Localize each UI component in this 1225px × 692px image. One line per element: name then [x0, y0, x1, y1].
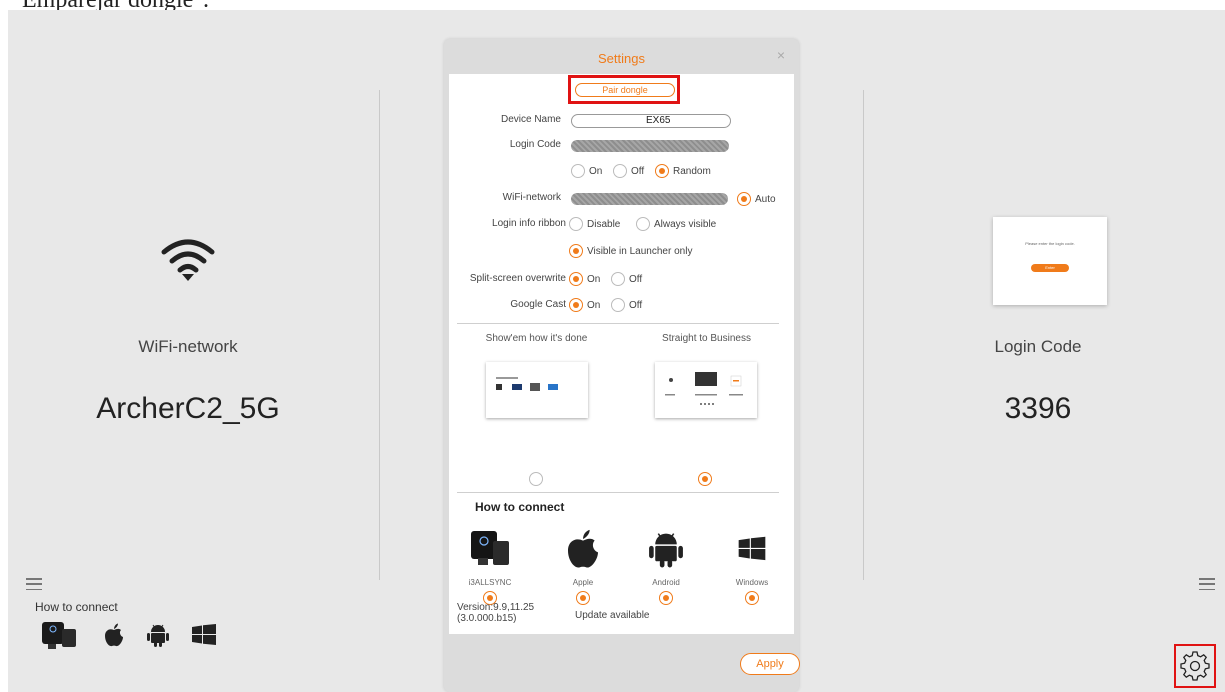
template-1-radio[interactable]	[529, 472, 547, 486]
platform-apple-label: Apple	[572, 578, 594, 587]
platform-i3allsync-label: i3ALLSYNC	[468, 578, 512, 587]
wifi-icon	[158, 238, 218, 287]
template-2-thumbnail[interactable]	[655, 362, 757, 418]
update-available-link[interactable]: Update available	[575, 610, 650, 621]
split-off-radio[interactable]: Off	[611, 272, 642, 286]
login-code-value: 3396	[1004, 392, 1072, 425]
login-code-setting-label: Login Code	[509, 139, 561, 150]
login-preview-text: Please enter the login code.	[1025, 241, 1075, 246]
wifi-network-masked-field[interactable]	[571, 193, 728, 205]
android-icon	[649, 533, 683, 568]
windows-icon[interactable]	[192, 624, 216, 646]
wifi-network-label: WiFi-network	[138, 337, 238, 356]
version-line: Version:9.9,11.25	[457, 602, 535, 613]
pair-dongle-button[interactable]: Pair dongle	[575, 83, 675, 97]
split-on-radio[interactable]: On	[569, 272, 600, 286]
template-2-radio[interactable]	[698, 472, 716, 486]
platform-apple-radio[interactable]	[576, 591, 590, 605]
google-cast-label: Google Cast	[510, 299, 566, 310]
platform-android[interactable]: Android	[631, 529, 701, 605]
menu-right-icon[interactable]	[1199, 578, 1215, 590]
platform-windows-radio[interactable]	[745, 591, 759, 605]
login-code-off-radio[interactable]: Off	[613, 164, 644, 178]
platform-windows[interactable]: Windows	[717, 529, 787, 605]
login-code-label: Login Code	[994, 337, 1082, 356]
dongle-icon[interactable]	[40, 620, 82, 650]
apply-button[interactable]: Apply	[740, 653, 800, 675]
platform-android-label: Android	[652, 578, 680, 587]
ribbon-always-visible-radio[interactable]: Always visible	[636, 217, 716, 231]
separator	[457, 323, 779, 324]
login-code-on-radio[interactable]: On	[571, 164, 602, 178]
split-screen-label: Split-screen overwrite	[469, 273, 566, 284]
build-line: (3.0.000.b15)	[457, 613, 517, 624]
ribbon-launcher-only-radio[interactable]: Visible in Launcher only	[569, 244, 692, 258]
ribbon-disable-radio[interactable]: Disable	[569, 217, 620, 231]
divider-right	[863, 90, 864, 580]
template-2-label: Straight to Business	[662, 333, 751, 344]
close-icon[interactable]: ×	[777, 47, 785, 63]
login-ribbon-label: Login info ribbon	[492, 218, 566, 229]
login-preview-enter: Enter	[1031, 264, 1069, 272]
android-icon[interactable]	[146, 622, 170, 648]
platform-android-radio[interactable]	[659, 591, 673, 605]
device-name-input[interactable]: EX65	[571, 114, 731, 128]
settings-title: Settings	[598, 51, 645, 66]
how-to-connect-title: How to connect	[475, 500, 565, 514]
how-to-connect-label: How to connect	[35, 600, 118, 614]
bottom-platform-icons	[40, 620, 216, 650]
settings-panel: Pair dongle Device Name EX65 Login Code …	[449, 74, 794, 634]
dongle-icon	[471, 531, 509, 565]
wifi-network-setting-label: WiFi-network	[502, 192, 561, 203]
platform-i3allsync[interactable]: i3ALLSYNC	[455, 529, 525, 605]
launcher-screen: WiFi-network ArcherC2_5G Please enter th…	[8, 10, 1225, 692]
settings-gear-button[interactable]	[1174, 644, 1216, 688]
login-code-masked-field[interactable]	[571, 140, 729, 152]
menu-left-icon[interactable]	[26, 578, 42, 590]
wifi-network-value: ArcherC2_5G	[96, 392, 280, 425]
device-name-label: Device Name	[500, 114, 561, 125]
template-1-thumbnail[interactable]	[486, 362, 588, 418]
template-1-label: Show'em how it's done	[485, 333, 588, 344]
divider-left	[379, 90, 380, 580]
apple-icon	[568, 529, 598, 568]
login-preview-card: Please enter the login code. Enter	[993, 217, 1107, 305]
version-info: Version:9.9,11.25 (3.0.000.b15)	[457, 602, 534, 624]
wifi-auto-radio[interactable]: Auto	[737, 192, 776, 206]
cast-on-radio[interactable]: On	[569, 298, 600, 312]
windows-icon	[738, 536, 766, 561]
separator	[457, 492, 779, 493]
login-code-random-radio[interactable]: Random	[655, 164, 711, 178]
gear-icon	[1180, 651, 1210, 681]
platform-windows-label: Windows	[735, 578, 769, 587]
apple-icon[interactable]	[104, 623, 124, 647]
platform-apple[interactable]: Apple	[548, 529, 618, 605]
cast-off-radio[interactable]: Off	[611, 298, 642, 312]
settings-dialog: Settings × Pair dongle Device Name EX65 …	[444, 39, 800, 692]
